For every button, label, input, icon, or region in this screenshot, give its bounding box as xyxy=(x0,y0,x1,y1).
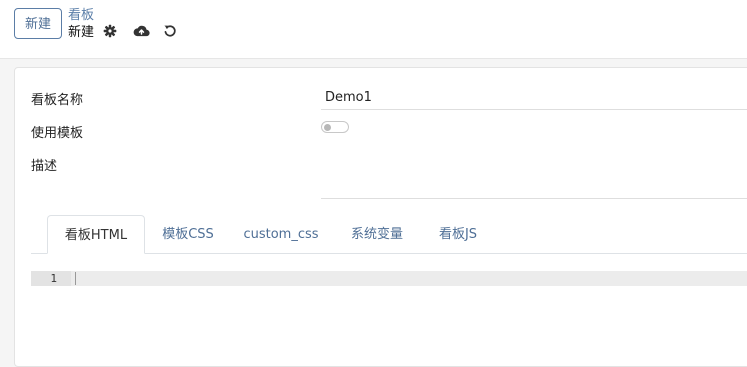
description-label: 描述 xyxy=(31,159,58,174)
new-button[interactable]: 新建 xyxy=(14,8,62,39)
tab-board-html[interactable]: 看板HTML xyxy=(47,215,145,254)
line-number: 1 xyxy=(31,271,71,286)
code-editor-active-line[interactable] xyxy=(31,271,747,286)
breadcrumb-link-board[interactable]: 看板 xyxy=(68,8,94,24)
board-name-input[interactable] xyxy=(321,86,747,110)
gear-icon[interactable] xyxy=(103,24,119,40)
tab-board-js[interactable]: 看板JS xyxy=(428,215,488,254)
top-toolbar: 新建 看板 新建 xyxy=(0,0,747,59)
cloud-upload-icon[interactable] xyxy=(133,23,150,39)
use-template-toggle[interactable] xyxy=(321,121,349,133)
tab-custom-css[interactable]: custom_css xyxy=(237,215,325,254)
description-field[interactable] xyxy=(321,152,747,199)
undo-icon[interactable] xyxy=(163,24,179,40)
toggle-knob xyxy=(324,123,331,131)
board-name-label: 看板名称 xyxy=(31,93,84,108)
tab-template-css[interactable]: 模板CSS xyxy=(153,215,223,254)
breadcrumb-current: 新建 xyxy=(68,25,95,40)
editor-cursor xyxy=(75,272,76,285)
tab-system-variables[interactable]: 系统变量 xyxy=(339,215,415,254)
use-template-label: 使用模板 xyxy=(31,126,84,141)
